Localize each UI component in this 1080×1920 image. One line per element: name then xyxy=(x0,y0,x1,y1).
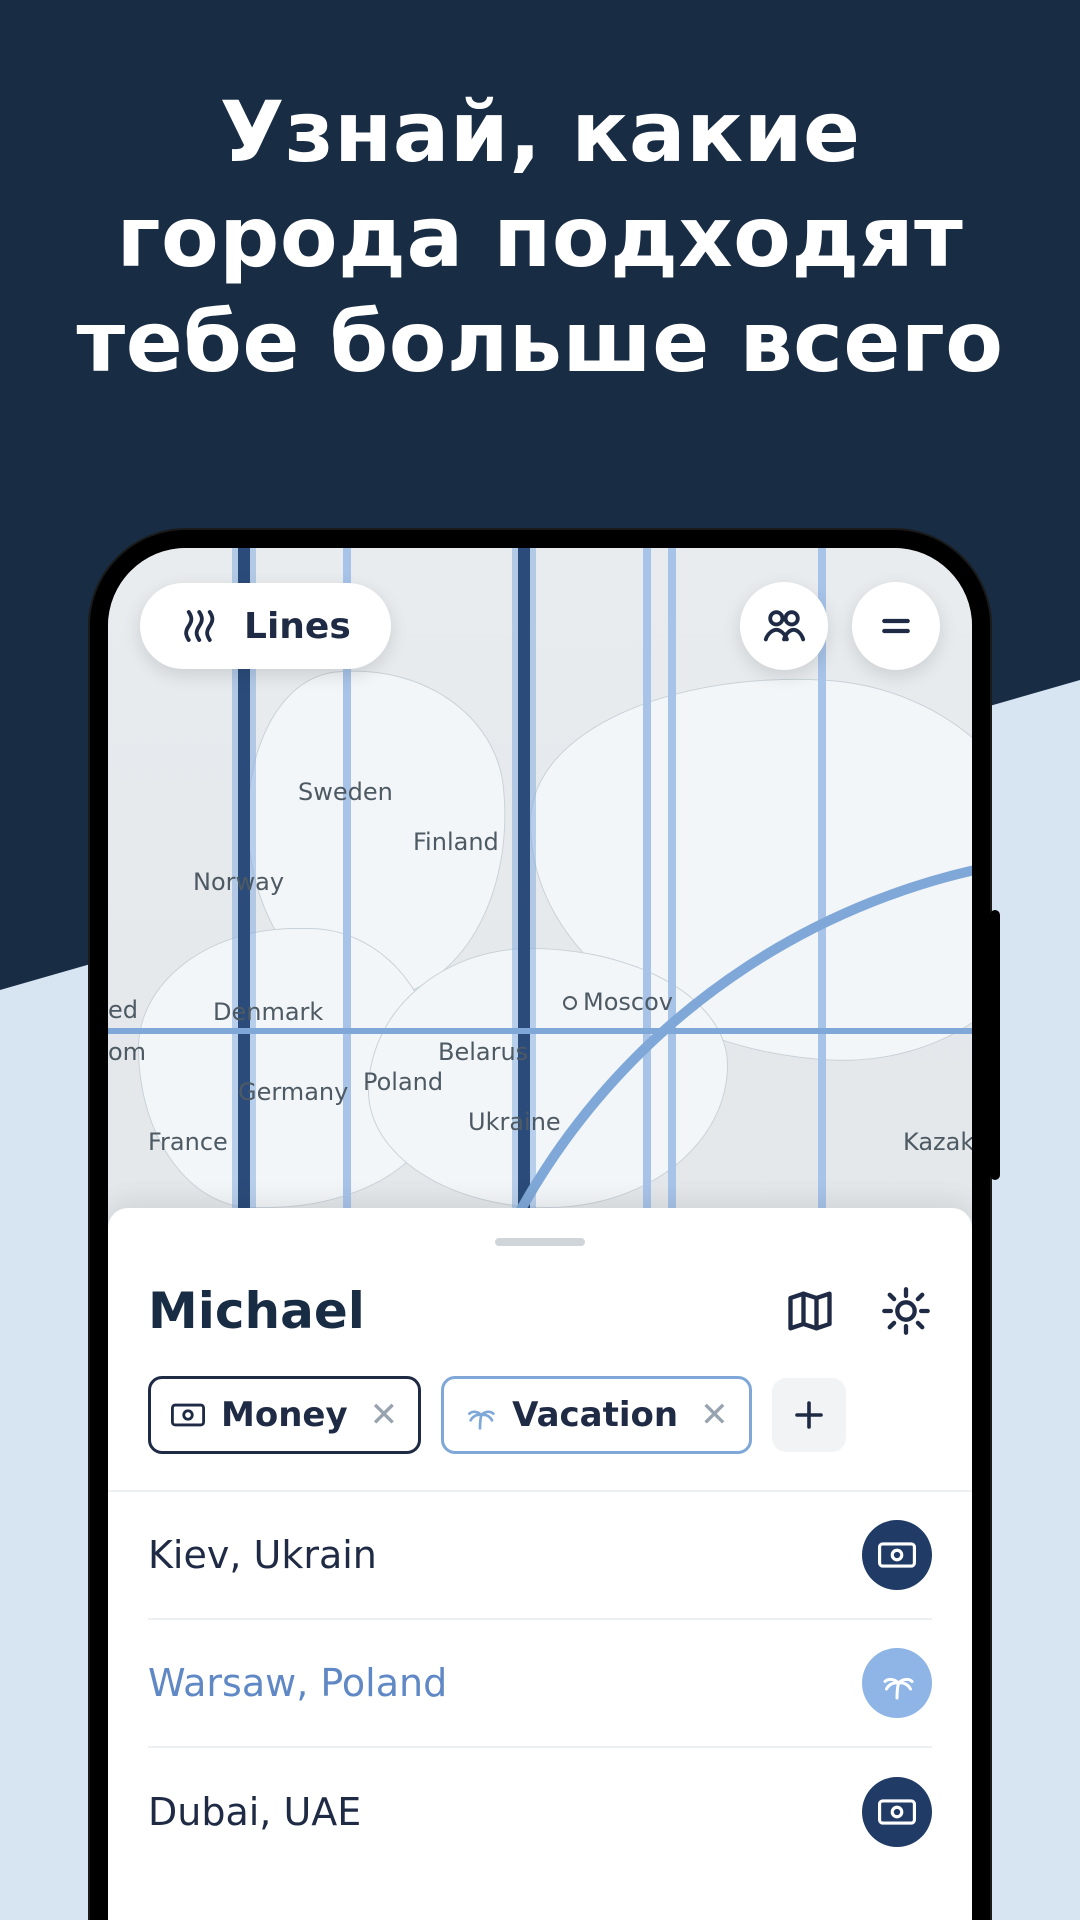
map-label-norway: Norway xyxy=(193,868,284,896)
sheet-title: Michael xyxy=(148,1282,365,1340)
money-icon xyxy=(171,1402,205,1428)
list-item[interactable]: Warsaw, Poland xyxy=(148,1620,932,1748)
list-item[interactable]: Dubai, UAE xyxy=(148,1748,932,1876)
filter-chip-row: Money ✕ Vacation ✕ xyxy=(108,1376,972,1492)
map-label-belarus: Belarus xyxy=(438,1038,528,1066)
phone-frame: Sweden Finland Norway Denmark Germany Po… xyxy=(90,530,990,1920)
sun-icon[interactable] xyxy=(880,1285,932,1337)
list-item[interactable]: Kiev, Ukrain xyxy=(148,1492,932,1620)
money-badge xyxy=(862,1520,932,1590)
waves-icon xyxy=(180,605,222,647)
city-label: Kiev, Ukrain xyxy=(148,1533,377,1577)
sheet-grabber[interactable] xyxy=(495,1238,585,1246)
city-label: Warsaw, Poland xyxy=(148,1661,447,1705)
money-badge xyxy=(862,1777,932,1847)
bottom-sheet: Michael xyxy=(108,1208,972,1920)
chip-money[interactable]: Money ✕ xyxy=(148,1376,421,1454)
menu-button[interactable] xyxy=(852,582,940,670)
map-label-finland: Finland xyxy=(413,828,499,856)
people-button[interactable] xyxy=(740,582,828,670)
vacation-badge xyxy=(862,1648,932,1718)
chip-label: Money xyxy=(221,1395,348,1435)
map-label-denmark: Denmark xyxy=(213,998,323,1026)
map-label-moscow: Moscov xyxy=(563,988,673,1016)
map-label-frag: ed xyxy=(108,996,138,1024)
close-icon[interactable]: ✕ xyxy=(370,1395,399,1435)
lines-button-label: Lines xyxy=(244,606,351,647)
chip-label: Vacation xyxy=(512,1395,678,1435)
map-label-germany: Germany xyxy=(238,1078,348,1106)
palm-icon xyxy=(464,1399,496,1431)
map-label-france: France xyxy=(148,1128,228,1156)
phone-screen: Sweden Finland Norway Denmark Germany Po… xyxy=(108,548,972,1920)
map-label-poland: Poland xyxy=(363,1068,443,1096)
lines-button[interactable]: Lines xyxy=(140,583,391,669)
city-list: Kiev, Ukrain Warsaw, Poland xyxy=(108,1492,972,1876)
map-label-kazakh: Kazak xyxy=(903,1128,972,1156)
map-label-ukraine: Ukraine xyxy=(468,1108,561,1136)
map-label-frag: om xyxy=(108,1038,146,1066)
map-icon[interactable] xyxy=(784,1285,836,1337)
people-icon xyxy=(761,603,807,649)
city-label: Dubai, UAE xyxy=(148,1790,361,1834)
top-bar: Lines xyxy=(140,582,940,670)
marketing-headline: Узнай, какие города подходят тебе больше… xyxy=(0,80,1080,395)
add-chip-button[interactable] xyxy=(772,1378,846,1452)
map-label-sweden: Sweden xyxy=(298,778,393,806)
chip-vacation[interactable]: Vacation ✕ xyxy=(441,1376,751,1454)
menu-icon xyxy=(876,606,916,646)
plus-icon xyxy=(791,1397,827,1433)
close-icon[interactable]: ✕ xyxy=(700,1395,729,1435)
